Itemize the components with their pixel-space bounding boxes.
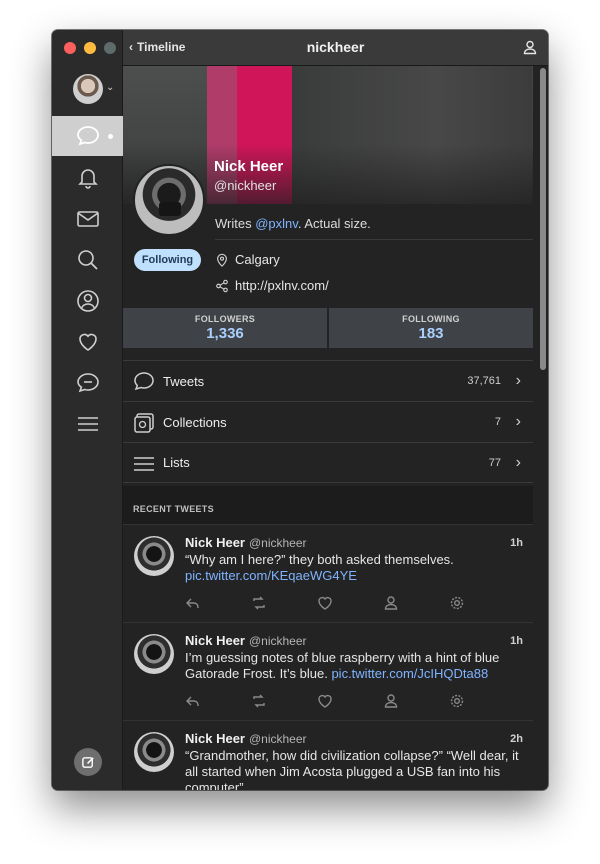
retweet-icon[interactable] — [251, 693, 267, 709]
person-button[interactable] — [522, 39, 538, 60]
menu-row-tweets[interactable]: Tweets 37,761 › — [123, 360, 533, 401]
profile-location: Calgary — [215, 252, 280, 267]
gear-icon[interactable] — [449, 693, 465, 709]
tweet-handle: @nickheer — [248, 634, 307, 648]
bio-mention-link[interactable]: @pxlnv — [255, 216, 298, 231]
profile-stats: FOLLOWERS 1,336 FOLLOWING 183 — [123, 308, 533, 348]
page-title: nickheer — [306, 39, 365, 55]
tweets-count: 37,761 — [467, 375, 501, 387]
unread-dot — [108, 134, 113, 139]
compose-icon — [81, 756, 94, 768]
timeline-icon — [76, 126, 99, 146]
sidebar-item-menu[interactable] — [52, 404, 123, 444]
chevron-right-icon: › — [515, 413, 521, 430]
collections-icon — [134, 413, 154, 433]
scrollbar[interactable] — [540, 68, 546, 370]
sidebar-item-likes[interactable] — [52, 322, 123, 362]
tweet-author: Nick Heer @nickheer — [185, 633, 307, 648]
sidebar-item-notifications[interactable] — [52, 158, 123, 198]
tweet-item[interactable]: Nick Heer @nickheer 2h “Grandmother, how … — [123, 720, 533, 790]
profile-bio: Writes @pxlnv. Actual size. — [215, 216, 533, 240]
lists-icon — [134, 457, 154, 471]
reply-icon[interactable] — [185, 595, 201, 611]
tweet-actions — [185, 595, 465, 611]
search-icon — [77, 250, 98, 270]
tweet-text: “Grandmother, how did civilization colla… — [185, 748, 519, 790]
person-icon[interactable] — [383, 693, 399, 709]
tweet-time: 1h — [510, 635, 523, 647]
minimize-window-button[interactable] — [84, 42, 96, 54]
person-icon — [523, 40, 537, 55]
retweet-icon[interactable] — [251, 595, 267, 611]
profile-name: Nick Heer — [214, 158, 284, 175]
sidebar-item-search[interactable] — [52, 240, 123, 280]
sidebar-item-profile[interactable] — [52, 281, 123, 321]
tweet-author: Nick Heer @nickheer — [185, 731, 307, 746]
person-icon[interactable] — [383, 595, 399, 611]
tweet-author: Nick Heer @nickheer — [185, 535, 307, 550]
gear-icon[interactable] — [449, 595, 465, 611]
tweet-actions — [185, 693, 465, 709]
like-icon[interactable] — [317, 595, 333, 611]
tweet-time: 1h — [510, 537, 523, 549]
chevron-right-icon: › — [515, 372, 521, 389]
share-link-icon — [216, 279, 228, 292]
app-window: ⌄ ‹ Timeline nickheer Nick Heer @nickhee… — [52, 30, 548, 790]
followers-label: FOLLOWERS — [194, 314, 256, 324]
location-pin-icon — [217, 253, 227, 267]
tweet-handle: @nickheer — [248, 732, 307, 746]
title-bar: ‹ Timeline nickheer — [123, 30, 548, 66]
following-label: FOLLOWING — [402, 314, 460, 324]
heart-icon — [78, 333, 97, 351]
profile-icon — [76, 290, 99, 312]
menu-icon — [77, 417, 98, 431]
avatar[interactable] — [134, 732, 174, 772]
followers-count: 1,336 — [206, 325, 244, 342]
following-count: 183 — [418, 325, 444, 342]
profile-pane: ‹ Timeline nickheer Nick Heer @nickheer … — [123, 30, 548, 790]
close-window-button[interactable] — [64, 42, 76, 54]
profile-url[interactable]: http://pxlnv.com/ — [215, 278, 329, 293]
sidebar-item-mutes[interactable] — [52, 363, 123, 403]
chevron-right-icon: › — [515, 453, 521, 471]
tweet-item[interactable]: Nick Heer @nickheer 1h I’m guessing notes… — [123, 622, 533, 720]
mail-icon — [76, 211, 99, 227]
account-avatar[interactable] — [73, 74, 103, 104]
following-stat[interactable]: FOLLOWING 183 — [329, 308, 533, 348]
like-icon[interactable] — [317, 693, 333, 709]
tweet-link[interactable]: pic.twitter.com/KEqaeWG4YE — [185, 568, 357, 583]
compose-button[interactable] — [74, 748, 102, 776]
avatar[interactable] — [134, 536, 174, 576]
recent-tweets-header: RECENT TWEETS — [123, 486, 533, 524]
mute-icon — [76, 373, 99, 393]
followers-stat[interactable]: FOLLOWERS 1,336 — [123, 308, 327, 348]
tweet-item[interactable]: Nick Heer @nickheer 1h “Why am I here?” t… — [123, 524, 533, 622]
tweet-time: 2h — [510, 733, 523, 745]
collections-count: 7 — [494, 416, 501, 428]
tweet-link[interactable]: pic.twitter.com/JcIHQDta88 — [331, 666, 488, 681]
chevron-down-icon[interactable]: ⌄ — [106, 82, 114, 93]
menu-row-lists[interactable]: Lists 77 › — [123, 442, 533, 483]
following-button[interactable]: Following — [134, 249, 201, 271]
tweet-text: “Why am I here?” they both asked themsel… — [185, 552, 454, 583]
reply-icon[interactable] — [185, 693, 201, 709]
profile-avatar[interactable] — [133, 164, 205, 236]
bell-icon — [77, 169, 98, 189]
sidebar-item-messages[interactable] — [52, 199, 123, 239]
tweets-icon — [134, 372, 154, 391]
avatar[interactable] — [134, 634, 174, 674]
menu-row-collections[interactable]: Collections 7 › — [123, 401, 533, 442]
sidebar: ⌄ — [52, 30, 123, 790]
zoom-window-button[interactable] — [104, 42, 116, 54]
lists-count: 77 — [488, 456, 501, 469]
tweet-text: I’m guessing notes of blue raspberry wit… — [185, 650, 500, 681]
tweet-handle: @nickheer — [248, 536, 307, 550]
profile-handle: @nickheer — [214, 178, 277, 193]
profile-menu: Tweets 37,761 › Collections 7 › Lists 77… — [123, 360, 533, 483]
